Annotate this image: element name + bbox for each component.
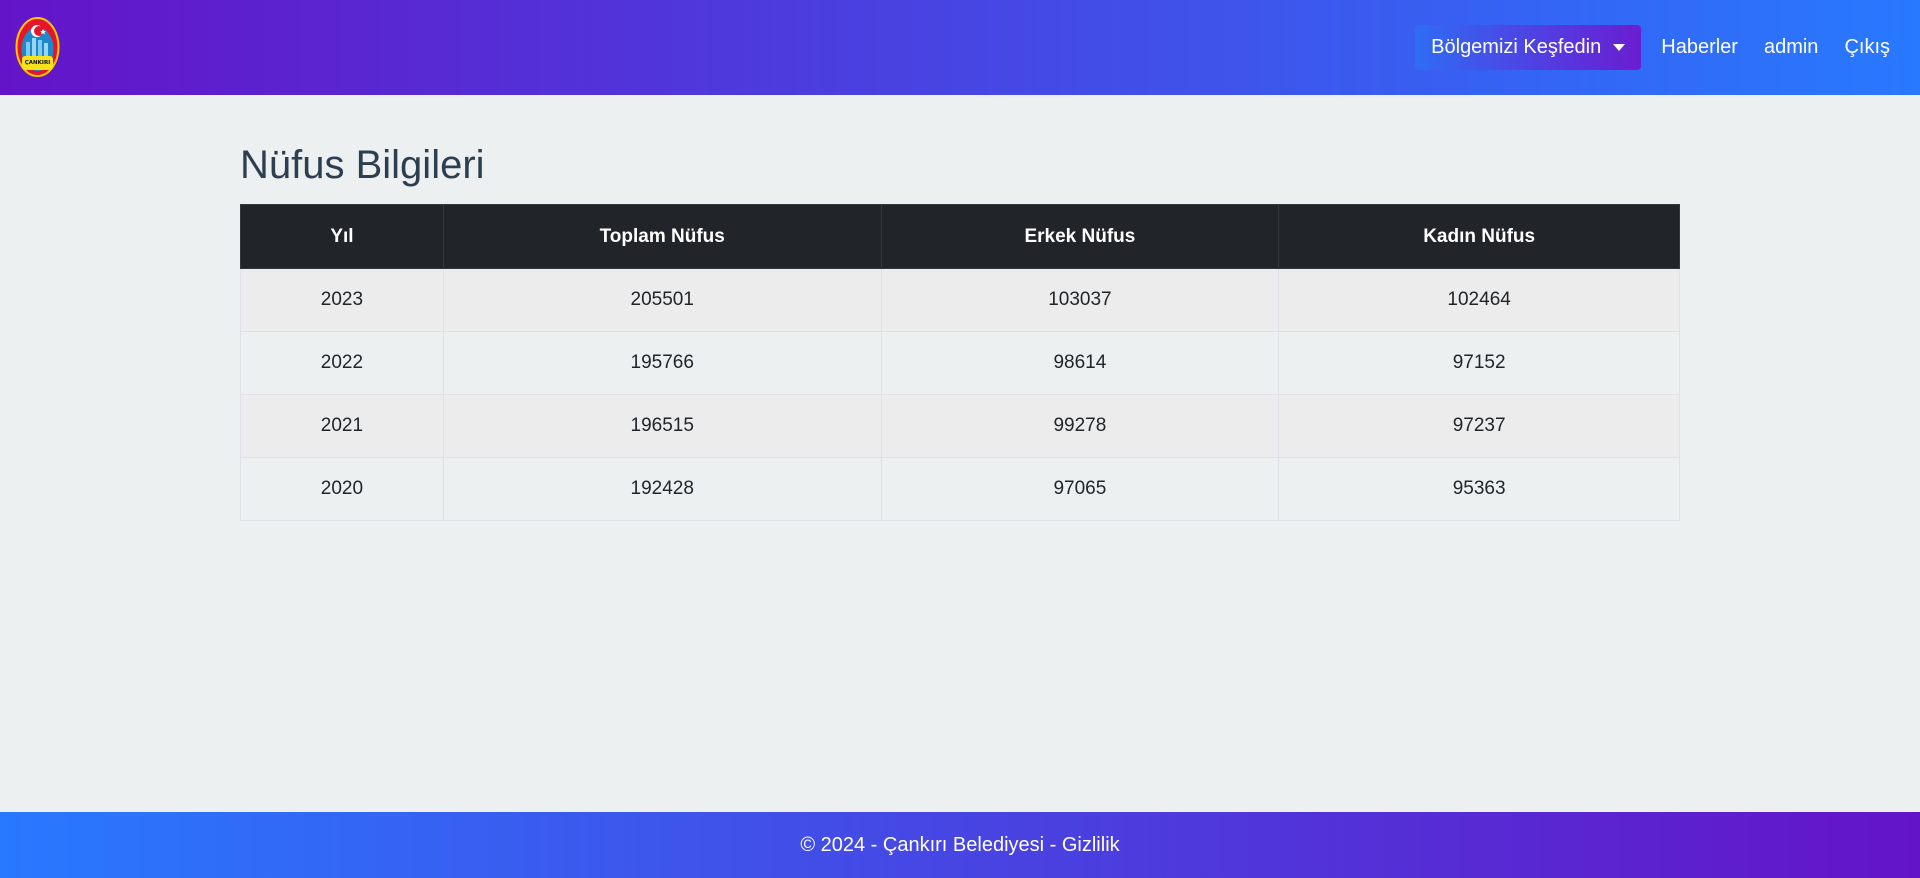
top-navbar: ÇANKIRI Bölgemizi Keşfedin Haberler admi… [0,0,1920,95]
logo-text: ÇANKIRI [25,60,51,66]
table-row: 2022 195766 98614 97152 [240,331,1680,395]
cell-female: 97152 [1278,331,1680,395]
explore-region-label: Bölgemizi Keşfedin [1431,36,1602,58]
column-header-female: Kadın Nüfus [1278,204,1680,269]
municipality-logo[interactable]: ÇANKIRI [15,16,60,78]
cell-total: 205501 [442,268,882,332]
cell-year: 2021 [240,394,444,458]
cell-total: 196515 [442,394,882,458]
page-footer: © 2024 - Çankırı Belediyesi - Gizlilik [0,812,1920,878]
nav-link-news[interactable]: Haberler [1655,36,1744,59]
table-row: 2020 192428 97065 95363 [240,457,1680,521]
column-header-male: Erkek Nüfus [880,204,1280,269]
cell-total: 192428 [442,457,882,521]
table-row: 2021 196515 99278 97237 [240,394,1680,458]
explore-region-dropdown[interactable]: Bölgemizi Keşfedin [1415,25,1642,70]
caret-down-icon [1613,44,1626,51]
cell-female: 95363 [1278,457,1680,521]
footer-text: © 2024 - Çankırı Belediyesi - Gizlilik [800,833,1120,856]
column-header-year: Yıl [240,204,444,269]
column-header-total: Toplam Nüfus [442,204,882,269]
cell-female: 102464 [1278,268,1680,332]
cell-male: 103037 [880,268,1280,332]
table-header-row: Yıl Toplam Nüfus Erkek Nüfus Kadın Nüfus [240,204,1680,269]
nav-menu: Bölgemizi Keşfedin Haberler admin Çıkış [1415,25,1896,70]
nav-link-user[interactable]: admin [1758,36,1824,59]
cell-male: 98614 [880,331,1280,395]
cell-male: 99278 [880,394,1280,458]
nav-link-logout[interactable]: Çıkış [1838,36,1896,59]
page-title: Nüfus Bilgileri [240,143,485,187]
cell-year: 2022 [240,331,444,395]
cell-year: 2020 [240,457,444,521]
cell-male: 97065 [880,457,1280,521]
cell-year: 2023 [240,268,444,332]
cell-total: 195766 [442,331,882,395]
cell-female: 97237 [1278,394,1680,458]
population-table: Yıl Toplam Nüfus Erkek Nüfus Kadın Nüfus… [240,204,1680,521]
table-row: 2023 205501 103037 102464 [240,268,1680,332]
